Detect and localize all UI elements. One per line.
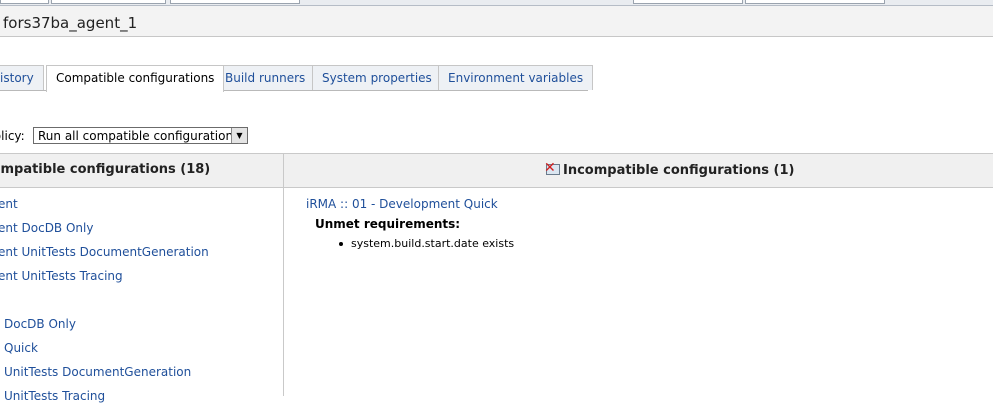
configurations-header-row: Compatible configurations (18) ✕ Incompa… [0,153,993,188]
policy-select[interactable]: Run all compatible configurations ▼ [33,127,248,144]
page-title: fors37ba_agent_1 [3,14,138,32]
compatible-header: Compatible configurations (18) [0,154,283,187]
nav-segment[interactable] [633,0,743,4]
requirement-item: system.build.start.date exists [339,237,514,250]
chevron-down-icon[interactable]: ▼ [231,128,247,143]
compatible-header-text: Compatible configurations (18) [0,162,211,177]
nav-segment[interactable] [0,0,49,4]
unmet-requirements-label: Unmet requirements: [315,217,461,231]
tab-compatible-configurations[interactable]: Compatible configurations [46,65,225,92]
list-item[interactable]: UnitTests Tracing [4,389,105,403]
list-item[interactable]: Quick [4,341,38,355]
policy-label: Policy: [0,129,25,143]
policy-select-value: Run all compatible configurations [38,129,240,143]
bullet-icon [339,242,343,246]
tab-system-properties[interactable]: System properties [312,65,442,90]
list-item[interactable]: ent UnitTests Tracing [0,269,123,283]
nav-segment[interactable] [170,0,300,4]
list-item[interactable]: ent DocDB Only [0,221,93,235]
incompatible-header-text: Incompatible configurations (1) [563,162,795,178]
requirement-text: system.build.start.date exists [351,237,515,250]
nav-segment[interactable] [51,0,166,4]
nav-segment[interactable] [745,0,885,4]
tab-environment-variables[interactable]: Environment variables [438,65,594,90]
column-divider [283,153,284,396]
error-agent-icon: ✕ [544,160,560,178]
list-item[interactable]: ent [0,197,18,211]
list-item[interactable]: ent UnitTests DocumentGeneration [0,245,209,259]
incompatible-header: ✕ Incompatible configurations (1) [284,154,993,187]
incompatible-config-link[interactable]: iRMA :: 01 - Development Quick [306,197,498,211]
list-item[interactable]: UnitTests DocumentGeneration [4,365,191,379]
title-bar: fors37ba_agent_1 [0,6,993,37]
tab-history[interactable]: History [0,65,44,90]
list-item[interactable]: DocDB Only [4,317,76,331]
tab-build-runners[interactable]: Build runners [215,65,316,90]
